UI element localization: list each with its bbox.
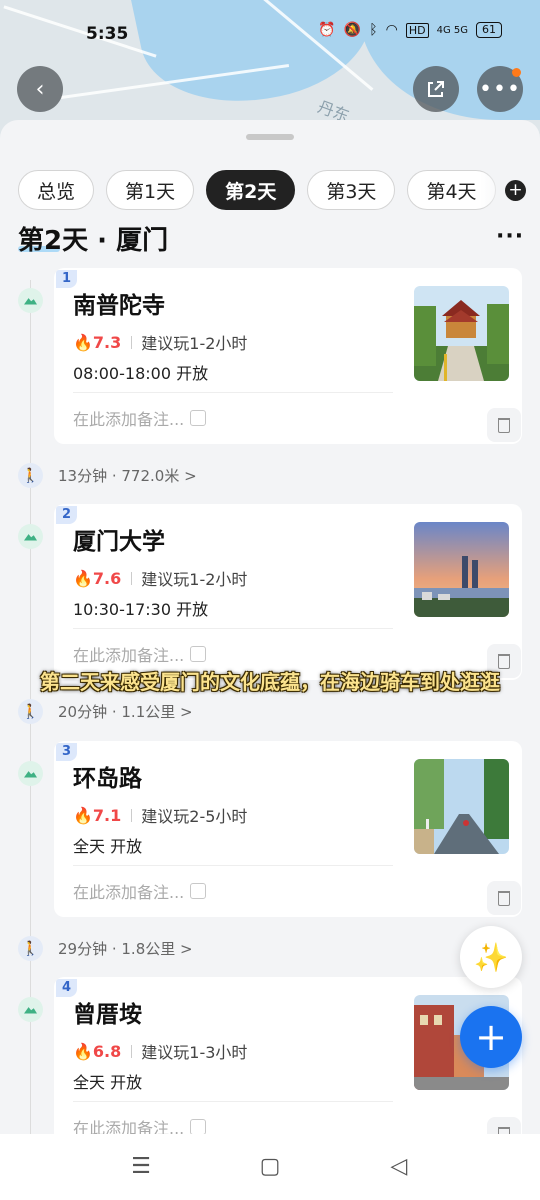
route-segment[interactable]: 🚶 20分钟 · 1.1公里 >: [18, 699, 193, 724]
route-segment[interactable]: 🚶 13分钟 · 772.0米 >: [18, 463, 197, 488]
route-info: 13分钟 · 772.0米 >: [58, 467, 197, 485]
walk-icon: 🚶: [18, 936, 43, 961]
suggested-duration: 建议玩1-2小时: [141, 334, 248, 353]
share-icon: [428, 81, 444, 97]
trash-icon: [498, 417, 510, 433]
opening-hours: 08:00-18:00 开放: [73, 364, 209, 383]
opening-hours: 全天 开放: [73, 837, 143, 856]
delete-button[interactable]: [487, 1117, 521, 1134]
suggested-duration: 建议玩1-3小时: [141, 1043, 248, 1062]
hd-badge: HD: [405, 22, 429, 38]
poi-photo[interactable]: [414, 759, 509, 854]
poi-card[interactable]: 2 厦门大学 🔥7.6 建议玩1-2小时 10:30-17:30 开放 在此添加…: [54, 504, 522, 680]
suggested-duration: 建议玩2-5小时: [141, 807, 248, 826]
edit-icon: [190, 1119, 207, 1134]
route-segment[interactable]: 🚶 29分钟 · 1.8公里 >: [18, 936, 193, 961]
itinerary-sheet: 总览 第1天 第2天 第3天 第4天 + 第2天 · 厦门 ··· 1 南普陀寺…: [0, 120, 540, 1134]
tab-day-2[interactable]: 第2天: [206, 170, 296, 210]
wifi-icon: ◠: [385, 22, 398, 38]
route-info: 20分钟 · 1.1公里 >: [58, 703, 193, 721]
trash-icon: [498, 1126, 510, 1134]
notification-dot: [512, 68, 521, 77]
back-button[interactable]: ‹: [17, 66, 63, 112]
mute-icon: 🔕: [343, 22, 362, 38]
edit-icon: [190, 646, 207, 662]
poi-card[interactable]: 4 曾厝垵 🔥6.8 建议玩1-3小时 全天 开放 在此添加备注...: [54, 977, 522, 1134]
attraction-icon: [18, 288, 43, 313]
attraction-icon: [18, 524, 43, 549]
drag-handle[interactable]: [246, 134, 294, 140]
note-input[interactable]: 在此添加备注...: [73, 642, 207, 666]
poi-name: 环岛路: [73, 766, 142, 792]
status-icons: ⏰ 🔕 ᛒ ◠ HD 4G 5G 61: [318, 22, 502, 38]
route-info: 29分钟 · 1.8公里 >: [58, 940, 193, 958]
walk-icon: 🚶: [18, 699, 43, 724]
poi-name: 厦门大学: [73, 529, 165, 555]
poi-meta: 🔥7.6 建议玩1-2小时: [73, 566, 247, 590]
add-day-button[interactable]: +: [505, 180, 526, 201]
video-subtitle: 第二天来感受厦门的文化底蕴，在海边骑车到处逛逛: [40, 670, 500, 694]
attraction-icon: [18, 761, 43, 786]
heat-score: 🔥6.8: [73, 1041, 122, 1061]
more-button[interactable]: •••: [477, 66, 523, 112]
poi-name: 南普陀寺: [73, 293, 165, 319]
suggested-duration: 建议玩1-2小时: [141, 570, 248, 589]
menu-icon[interactable]: ☰: [126, 1152, 156, 1182]
ai-assistant-button[interactable]: ✨: [460, 926, 522, 988]
poi-card[interactable]: 3 环岛路 🔥7.1 建议玩2-5小时 全天 开放 在此添加备注...: [54, 741, 522, 917]
system-nav-bar: ☰ ▢ ◁: [0, 1134, 540, 1200]
note-input[interactable]: 在此添加备注...: [73, 1115, 207, 1134]
plus-icon: +: [475, 1015, 507, 1059]
tab-day-3[interactable]: 第3天: [307, 170, 396, 210]
magic-wand-icon: ✨: [473, 940, 509, 974]
day-more-button[interactable]: ···: [496, 224, 524, 249]
chevron-left-icon: ‹: [35, 76, 45, 102]
status-time: 5:35: [86, 24, 129, 44]
delete-button[interactable]: [487, 408, 521, 442]
edit-icon: [190, 883, 207, 899]
poi-photo[interactable]: [414, 286, 509, 381]
back-nav-icon[interactable]: ◁: [384, 1152, 414, 1182]
add-poi-button[interactable]: +: [460, 1006, 522, 1068]
poi-meta: 🔥7.3 建议玩1-2小时: [73, 330, 247, 354]
edit-icon: [190, 410, 207, 426]
poi-card[interactable]: 1 南普陀寺 🔥7.3 建议玩1-2小时 08:00-18:00 开放 在此添加…: [54, 268, 522, 444]
status-bar: 5:35 ⏰ 🔕 ᛒ ◠ HD 4G 5G 61: [0, 0, 540, 62]
day-title-text: 第2天 · 厦门: [18, 226, 169, 256]
signal-icon: 4G 5G: [436, 24, 468, 36]
heat-score: 🔥7.6: [73, 568, 122, 588]
poi-photo[interactable]: [414, 522, 509, 617]
share-button[interactable]: [413, 66, 459, 112]
day-tabs: 总览 第1天 第2天 第3天 第4天: [18, 170, 496, 210]
tab-day-1[interactable]: 第1天: [106, 170, 195, 210]
heat-score: 🔥7.3: [73, 332, 122, 352]
bluetooth-icon: ᛒ: [369, 22, 378, 38]
note-input[interactable]: 在此添加备注...: [73, 406, 207, 430]
delete-button[interactable]: [487, 881, 521, 915]
trash-icon: [498, 890, 510, 906]
poi-name: 曾厝垵: [73, 1002, 142, 1028]
battery-icon: 61: [476, 22, 502, 38]
heat-score: 🔥7.1: [73, 805, 122, 825]
tab-overview[interactable]: 总览: [18, 170, 95, 210]
poi-meta: 🔥7.1 建议玩2-5小时: [73, 803, 247, 827]
opening-hours: 全天 开放: [73, 1073, 143, 1092]
walk-icon: 🚶: [18, 463, 43, 488]
home-icon[interactable]: ▢: [255, 1152, 285, 1182]
alarm-icon: ⏰: [318, 22, 336, 38]
note-input[interactable]: 在此添加备注...: [73, 879, 207, 903]
day-title: 第2天 · 厦门: [18, 220, 168, 257]
attraction-icon: [18, 997, 43, 1022]
opening-hours: 10:30-17:30 开放: [73, 600, 209, 619]
poi-meta: 🔥6.8 建议玩1-3小时: [73, 1039, 247, 1063]
more-icon: •••: [479, 76, 521, 102]
